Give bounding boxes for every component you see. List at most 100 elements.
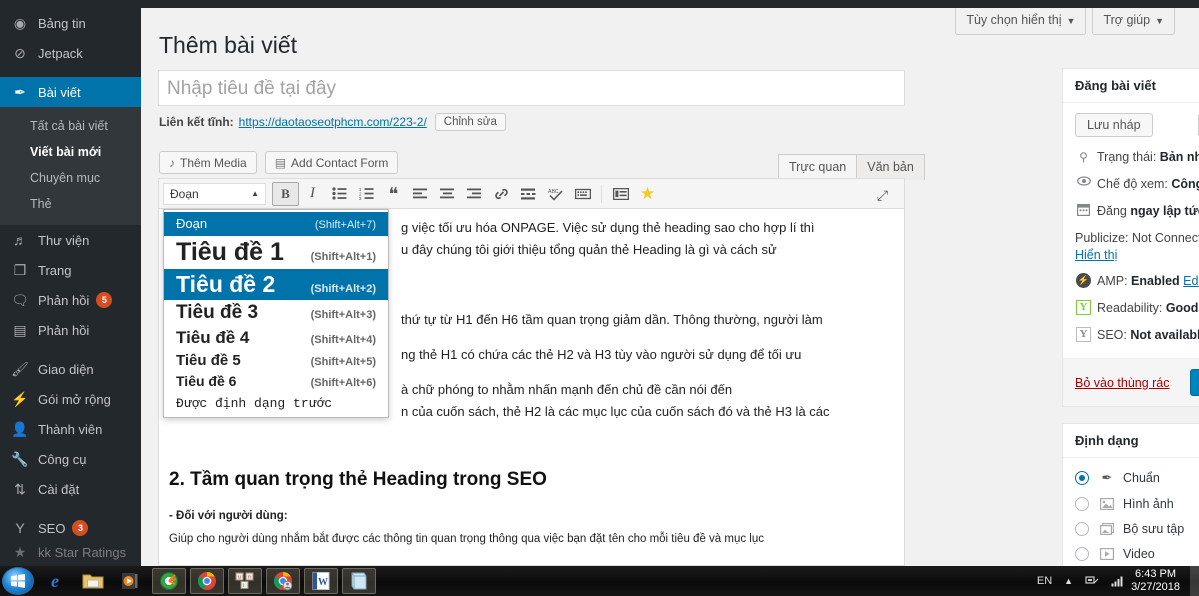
google-chrome-icon[interactable] bbox=[190, 568, 224, 594]
toolbar-toggle-icon[interactable] bbox=[607, 182, 634, 206]
windows-taskbar: e uni W EN ▲ 6:43 PM 3/27/2018 bbox=[0, 566, 1199, 596]
format-option-heading-2[interactable]: Tiêu đề 2 (Shift+Alt+2) bbox=[164, 269, 388, 300]
permalink-edit-button[interactable]: Chỉnh sửa bbox=[434, 113, 506, 131]
clock[interactable]: 6:43 PM 3/27/2018 bbox=[1131, 568, 1180, 594]
radio-image[interactable] bbox=[1075, 497, 1089, 511]
keyboard-shortcuts-icon[interactable] bbox=[569, 182, 596, 206]
format-select[interactable]: Đoạn ▲ bbox=[163, 182, 266, 205]
amp-edit-link[interactable]: Edit bbox=[1183, 274, 1199, 288]
format-option-standard[interactable]: ✒ Chuẩn bbox=[1075, 470, 1199, 486]
unikey-toolkit-icon[interactable]: u ni bbox=[228, 568, 262, 594]
sidebar-item-seo[interactable]: Y SEO 3 bbox=[0, 513, 141, 543]
italic-icon[interactable]: I bbox=[299, 182, 326, 206]
sidebar-item-media[interactable]: ♬ Thư viện bbox=[0, 225, 141, 255]
sidebar-item-all-posts[interactable]: Tất cả bài viết bbox=[0, 113, 141, 139]
sidebar-item-plugins[interactable]: ⚡ Gói mở rộng bbox=[0, 384, 141, 414]
sidebar-item-settings[interactable]: ⇅ Cài đặt bbox=[0, 474, 141, 504]
save-draft-button[interactable]: Lưu nháp bbox=[1075, 113, 1153, 137]
microsoft-word-icon[interactable]: W bbox=[304, 568, 338, 594]
format-option-heading-3[interactable]: Tiêu đề 3 (Shift+Alt+3) bbox=[164, 300, 388, 326]
file-explorer-icon[interactable] bbox=[76, 568, 110, 594]
editor-subheading: - Đối với người dùng: bbox=[169, 510, 288, 522]
svg-text:n: n bbox=[248, 575, 251, 581]
bulleted-list-icon[interactable] bbox=[326, 182, 353, 206]
format-option-paragraph[interactable]: Đoạn (Shift+Alt+7) bbox=[164, 212, 388, 236]
bold-icon[interactable]: B bbox=[272, 181, 299, 206]
spellcheck-icon[interactable]: ABC bbox=[542, 182, 569, 206]
sidebar-item-posts[interactable]: ✒ Bài viết bbox=[0, 77, 141, 107]
star-rating-icon[interactable]: ★ bbox=[634, 182, 661, 206]
sidebar-item-kk-star-ratings[interactable]: ★ kk Star Ratings bbox=[0, 543, 141, 561]
radio-gallery[interactable] bbox=[1075, 522, 1089, 536]
editor-text-line: Giúp cho người dùng nhắm bắt được các th… bbox=[169, 533, 764, 545]
format-select-value: Đoạn bbox=[170, 186, 199, 201]
show-hidden-icons-button[interactable]: ▲ bbox=[1064, 576, 1073, 586]
format-option-gallery[interactable]: Bộ sưu tập bbox=[1075, 522, 1199, 536]
chrome-profile-icon[interactable] bbox=[266, 568, 300, 594]
insert-link-icon[interactable] bbox=[488, 182, 515, 206]
amp-text: AMP: Enabled Edit bbox=[1097, 273, 1199, 290]
chevron-up-icon: ▲ bbox=[251, 189, 259, 198]
add-media-button[interactable]: ♪ Thêm Media bbox=[159, 151, 257, 174]
permalink-url[interactable]: https://daotaoseotphcm.com/223-2/ bbox=[239, 115, 427, 129]
publicize-show-link[interactable]: Hiển thị bbox=[1075, 248, 1117, 262]
sidebar-item-dashboard[interactable]: ◉ Bảng tin bbox=[0, 8, 141, 38]
internet-explorer-icon[interactable]: e bbox=[38, 568, 72, 594]
read-more-icon[interactable] bbox=[515, 182, 542, 206]
seo-value: Not available bbox=[1130, 328, 1199, 342]
volume-bars-icon[interactable] bbox=[1111, 575, 1125, 587]
amp-label: AMP: bbox=[1097, 274, 1128, 288]
add-contact-form-button[interactable]: ▤ Add Contact Form bbox=[264, 151, 399, 174]
blockquote-icon[interactable]: ❝ bbox=[380, 182, 407, 206]
align-left-icon[interactable] bbox=[407, 182, 434, 206]
tools-wrench-icon: 🔧 bbox=[11, 450, 29, 467]
unikey-icon[interactable] bbox=[152, 568, 186, 594]
format-option-shortcut: (Shift+Alt+7) bbox=[314, 219, 376, 231]
format-option-video[interactable]: Video bbox=[1075, 547, 1199, 561]
windows-start-icon[interactable] bbox=[2, 567, 34, 595]
format-option-shortcut: (Shift+Alt+3) bbox=[310, 309, 376, 321]
tab-text[interactable]: Văn bản bbox=[856, 154, 925, 180]
radio-video[interactable] bbox=[1075, 547, 1089, 561]
help-button[interactable]: Trợ giúp ▼ bbox=[1092, 8, 1175, 35]
menu-divider bbox=[0, 68, 141, 77]
media-icon: ♬ bbox=[13, 232, 27, 248]
notepad-icon[interactable] bbox=[342, 568, 376, 594]
screen-options-button[interactable]: Tùy chọn hiển thị ▼ bbox=[955, 8, 1087, 35]
sidebar-item-pages[interactable]: ❐ Trang bbox=[0, 255, 141, 285]
sidebar-item-comments[interactable]: 🗨 Phản hồi 5 bbox=[0, 285, 141, 315]
language-indicator[interactable]: EN bbox=[1037, 575, 1052, 587]
schedule-label: Đăng bbox=[1097, 204, 1127, 218]
move-to-trash-link[interactable]: Bỏ vào thùng rác bbox=[1075, 376, 1170, 390]
svg-text:ABC: ABC bbox=[548, 189, 559, 195]
tab-visual[interactable]: Trực quan bbox=[778, 154, 858, 180]
sidebar-item-tools[interactable]: 🔧 Công cụ bbox=[0, 444, 141, 474]
format-option-heading-6[interactable]: Tiêu đề 6 (Shift+Alt+6) bbox=[164, 371, 388, 391]
radio-standard[interactable] bbox=[1075, 471, 1089, 485]
format-option-preformatted[interactable]: Được định dạng trước bbox=[164, 391, 388, 413]
sidebar-item-appearance[interactable]: 🖌 Giao diện bbox=[0, 354, 141, 384]
publish-panel-title: Đăng bài viết bbox=[1075, 78, 1156, 93]
post-title-input[interactable]: Nhập tiêu đề tại đây bbox=[158, 70, 905, 106]
network-icon[interactable] bbox=[1085, 575, 1099, 587]
format-option-heading-4[interactable]: Tiêu đề 4 (Shift+Alt+4) bbox=[164, 326, 388, 350]
media-player-icon[interactable] bbox=[114, 568, 148, 594]
sidebar-item-jetpack[interactable]: ⊘ Jetpack bbox=[0, 38, 141, 68]
format-option-shortcut: (Shift+Alt+6) bbox=[310, 377, 376, 389]
sidebar-item-categories[interactable]: Chuyên mục bbox=[0, 165, 141, 191]
format-option-heading-5[interactable]: Tiêu đề 5 (Shift+Alt+5) bbox=[164, 350, 388, 371]
sidebar-item-new-post[interactable]: Viết bài mới bbox=[0, 139, 141, 165]
format-option-image[interactable]: Hình ảnh bbox=[1075, 497, 1199, 511]
comments-icon: 🗨 bbox=[11, 291, 29, 308]
publish-button[interactable]: Đăng bài viết bbox=[1190, 369, 1199, 396]
sidebar-item-users[interactable]: 👤 Thành viên bbox=[0, 414, 141, 444]
align-right-icon[interactable] bbox=[461, 182, 488, 206]
format-option-heading-1[interactable]: Tiêu đề 1 (Shift+Alt+1) bbox=[164, 236, 388, 269]
gallery-icon bbox=[1098, 523, 1116, 535]
show-desktop-button[interactable] bbox=[1190, 566, 1199, 596]
sidebar-item-feedback[interactable]: ▤ Phản hồi bbox=[0, 315, 141, 345]
fullscreen-icon[interactable]: ⤢ bbox=[869, 183, 896, 207]
sidebar-item-tags[interactable]: Thẻ bbox=[0, 191, 141, 217]
numbered-list-icon[interactable]: 123 bbox=[353, 182, 380, 206]
align-center-icon[interactable] bbox=[434, 182, 461, 206]
